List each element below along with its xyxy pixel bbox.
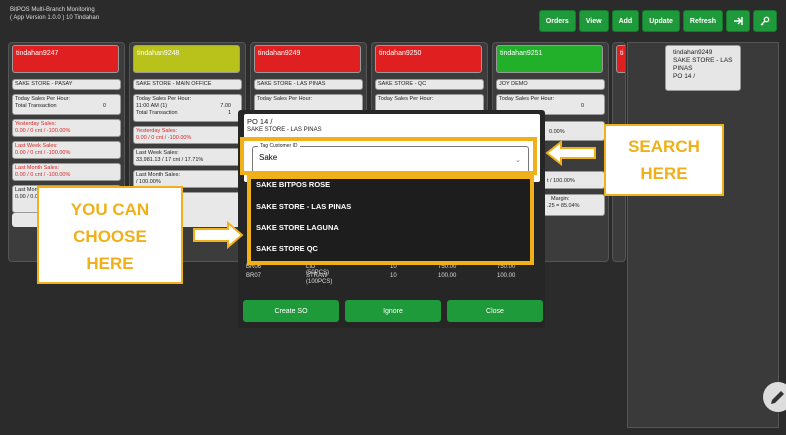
choose-callout: YOU CAN CHOOSE HERE — [37, 186, 183, 284]
arrow-left-icon — [545, 140, 596, 166]
last-month-sales: Last Month Sales: 0.00 / 0 cnt / -100.00% — [12, 163, 121, 181]
yesterday-sales: Yesterday Sales: 0.00 / 0 cnt / -100.00% — [133, 126, 242, 144]
po-store: SAKE STORE - LAS PINAS — [247, 127, 322, 133]
orders-button[interactable]: Orders — [538, 10, 576, 32]
yesterday-sales: Yesterday Sales: 0.00 / 0 cnt / -100.00% — [12, 119, 121, 137]
po-title: PO 14 / — [247, 117, 273, 126]
store-name: SAKE STORE - QC — [375, 79, 484, 90]
today-sales: Today Sales Per Hour: Total Transaction 0 — [12, 94, 121, 115]
close-button[interactable]: Close — [447, 300, 543, 322]
add-button[interactable]: Add — [611, 10, 640, 32]
options-highlight — [247, 175, 534, 265]
po-card[interactable]: tindahan9249 SAKE STORE - LAS PINAS PO 1… — [665, 45, 741, 91]
arrow-right-icon — [193, 221, 244, 249]
exit-button[interactable] — [726, 10, 750, 32]
update-button[interactable]: Update — [642, 10, 680, 32]
branch-id: tindahan9250 — [375, 45, 482, 73]
branch-id: tindahan9248 — [133, 45, 240, 73]
view-button[interactable]: View — [578, 10, 609, 32]
ignore-button[interactable]: Ignore — [345, 300, 441, 322]
branch-id: tindahan9249 — [254, 45, 361, 73]
store-name: SAKE STORE - MAIN OFFICE — [133, 79, 242, 90]
branch-id: tindahan9251 — [496, 45, 603, 73]
branch-id: ti — [616, 45, 625, 73]
key-button[interactable] — [753, 10, 777, 32]
store-name: JOY DEMO — [496, 79, 605, 90]
last-week-sales: Last Week Sales: 0.00 / 0 cnt / -100.00% — [12, 141, 121, 159]
key-icon — [760, 16, 770, 26]
floating-edit-button[interactable] — [763, 382, 786, 412]
search-callout: SEARCH HERE — [604, 124, 724, 196]
toolbar: Orders View Add Update Refresh — [538, 10, 777, 32]
refresh-button[interactable]: Refresh — [682, 10, 723, 32]
store-name: SAKE STORE - PASAY — [12, 79, 121, 90]
pencil-icon — [771, 391, 784, 404]
last-week-sales: Last Week Sales: 33,981.13 / 17 cnt / 17.… — [133, 148, 242, 166]
exit-icon — [734, 17, 743, 25]
store-name: SAKE STORE - LAS PINAS — [254, 79, 363, 90]
branch-id: tindahan9247 — [12, 45, 119, 73]
app-title: BitPOS Multi-Branch Monitoring — [10, 7, 95, 13]
po-panel: tindahan9249 SAKE STORE - LAS PINAS PO 1… — [627, 42, 779, 428]
create-so-button[interactable]: Create SO — [243, 300, 339, 322]
app-header: BitPOS Multi-Branch Monitoring ( App Ver… — [10, 6, 99, 22]
search-highlight — [240, 137, 537, 175]
today-sales: Today Sales Per Hour: 11:00 AM (1) 7.00 T… — [133, 94, 242, 122]
app-version: ( App Version 1.0.0 ) 10 Tindahan — [10, 15, 100, 21]
